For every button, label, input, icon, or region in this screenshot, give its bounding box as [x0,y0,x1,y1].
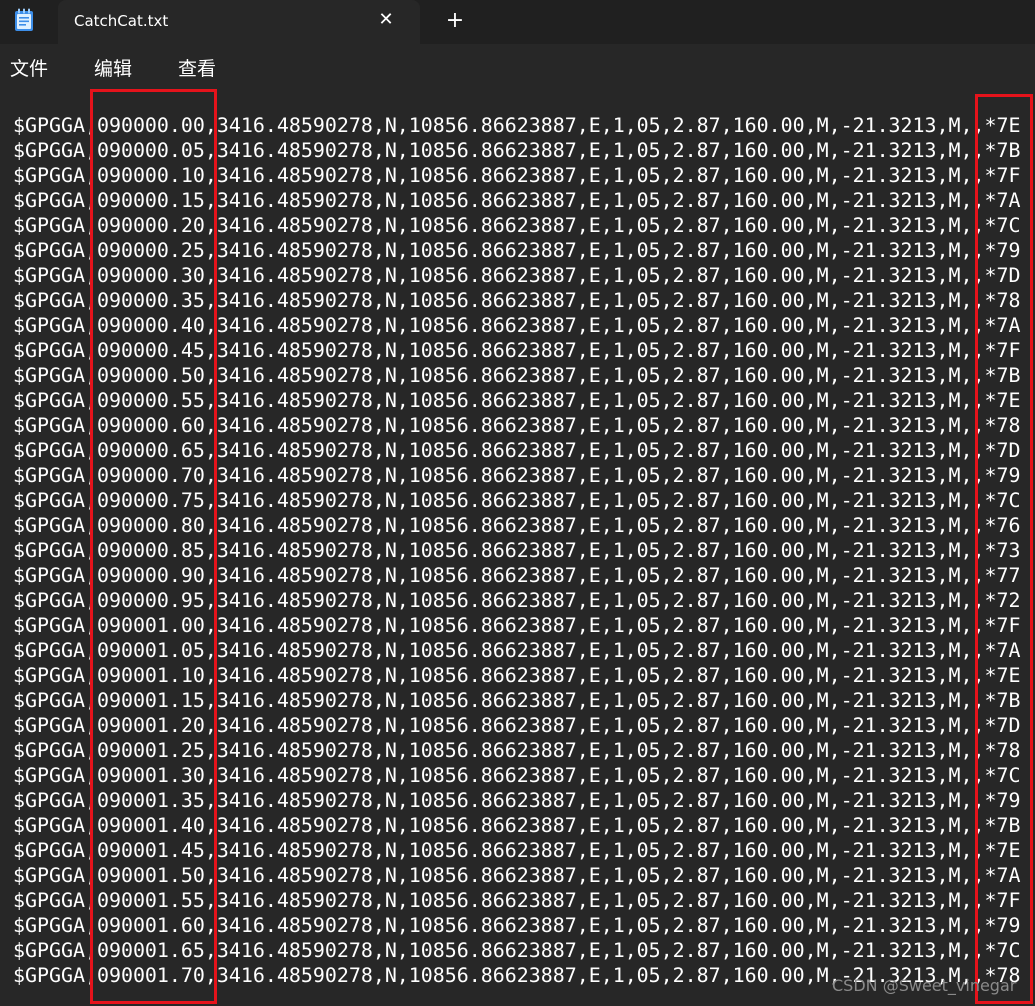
text-line: $GPGGA,090000.50,3416.48590278,N,10856.8… [13,364,1021,387]
menu-view[interactable]: 查看 [178,57,216,81]
text-editor[interactable]: $GPGGA,090000.00,3416.48590278,N,10856.8… [0,92,1035,1006]
text-line: $GPGGA,090000.40,3416.48590278,N,10856.8… [13,314,1021,337]
text-line: $GPGGA,090000.10,3416.48590278,N,10856.8… [13,164,1021,187]
notepad-icon [14,8,34,32]
text-line: $GPGGA,090000.60,3416.48590278,N,10856.8… [13,414,1021,437]
watermark: CSDN @Sweet_vinegar [832,976,1017,995]
text-line: $GPGGA,090000.45,3416.48590278,N,10856.8… [13,339,1021,362]
text-line: $GPGGA,090001.40,3416.48590278,N,10856.8… [13,814,1021,837]
text-line: $GPGGA,090001.10,3416.48590278,N,10856.8… [13,664,1021,687]
close-icon[interactable]: ✕ [376,10,396,30]
text-line: $GPGGA,090000.55,3416.48590278,N,10856.8… [13,389,1021,412]
text-line: $GPGGA,090000.90,3416.48590278,N,10856.8… [13,564,1021,587]
text-line: $GPGGA,090000.65,3416.48590278,N,10856.8… [13,439,1021,462]
notepad-window: CatchCat.txt ✕ + 文件 编辑 查看 $GPGGA,090000.… [0,0,1035,1006]
text-line: $GPGGA,090000.20,3416.48590278,N,10856.8… [13,214,1021,237]
text-line: $GPGGA,090001.65,3416.48590278,N,10856.8… [13,939,1021,962]
menu-bar: 文件 编辑 查看 [0,44,1035,92]
text-line: $GPGGA,090001.45,3416.48590278,N,10856.8… [13,839,1021,862]
tab-title: CatchCat.txt [74,12,169,30]
text-line: $GPGGA,090001.25,3416.48590278,N,10856.8… [13,739,1021,762]
title-bar: CatchCat.txt ✕ + [0,0,1035,44]
text-line: $GPGGA,090000.70,3416.48590278,N,10856.8… [13,464,1021,487]
plus-icon[interactable]: + [444,10,466,32]
text-line: $GPGGA,090001.15,3416.48590278,N,10856.8… [13,689,1021,712]
menu-edit[interactable]: 编辑 [94,57,132,81]
text-line: $GPGGA,090000.05,3416.48590278,N,10856.8… [13,139,1021,162]
text-line: $GPGGA,090000.80,3416.48590278,N,10856.8… [13,514,1021,537]
text-line: $GPGGA,090000.15,3416.48590278,N,10856.8… [13,189,1021,212]
text-line: $GPGGA,090001.55,3416.48590278,N,10856.8… [13,889,1021,912]
tab-catchcat[interactable]: CatchCat.txt ✕ [58,0,420,44]
text-line: $GPGGA,090000.75,3416.48590278,N,10856.8… [13,489,1021,512]
text-line: $GPGGA,090001.50,3416.48590278,N,10856.8… [13,864,1021,887]
text-line: $GPGGA,090000.95,3416.48590278,N,10856.8… [13,589,1021,612]
text-line: $GPGGA,090001.35,3416.48590278,N,10856.8… [13,789,1021,812]
text-line: $GPGGA,090001.20,3416.48590278,N,10856.8… [13,714,1021,737]
text-line: $GPGGA,090000.35,3416.48590278,N,10856.8… [13,289,1021,312]
text-line: $GPGGA,090000.85,3416.48590278,N,10856.8… [13,539,1021,562]
text-line: $GPGGA,090001.30,3416.48590278,N,10856.8… [13,764,1021,787]
text-line: $GPGGA,090001.05,3416.48590278,N,10856.8… [13,639,1021,662]
text-line: $GPGGA,090000.00,3416.48590278,N,10856.8… [13,114,1021,137]
text-line: $GPGGA,090001.60,3416.48590278,N,10856.8… [13,914,1021,937]
text-line: $GPGGA,090000.30,3416.48590278,N,10856.8… [13,264,1021,287]
text-line: $GPGGA,090001.00,3416.48590278,N,10856.8… [13,614,1021,637]
text-line: $GPGGA,090000.25,3416.48590278,N,10856.8… [13,239,1021,262]
menu-file[interactable]: 文件 [10,57,48,81]
